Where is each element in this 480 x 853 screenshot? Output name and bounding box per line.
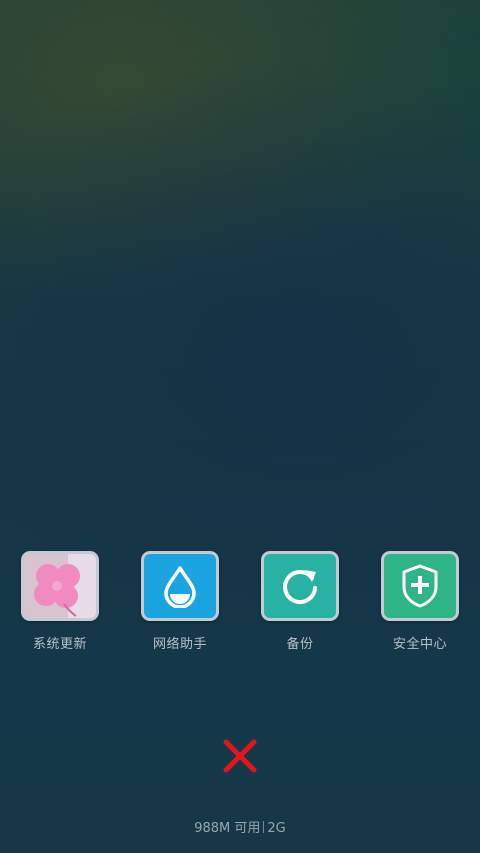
app-security-center[interactable]: 安全中心 xyxy=(360,551,480,661)
refresh-icon xyxy=(261,551,339,621)
app-label: 系统更新 xyxy=(32,637,87,652)
close-button[interactable] xyxy=(218,734,262,778)
app-network-assistant[interactable]: 网络助手 xyxy=(120,551,240,661)
app-label: 备份 xyxy=(286,637,314,652)
app-label: 安全中心 xyxy=(392,637,447,652)
app-label: 网络助手 xyxy=(152,637,207,652)
water-drop-icon xyxy=(141,551,219,621)
memory-status: 988M 可用 2G xyxy=(0,817,480,836)
app-row: 系统更新 网络助手 备份 安全中心 xyxy=(0,551,480,661)
shield-plus-icon xyxy=(381,551,459,621)
flower-update-icon xyxy=(21,551,99,621)
app-system-update[interactable]: 系统更新 xyxy=(0,551,120,661)
memory-total: 2G xyxy=(267,821,286,836)
memory-available: 988M 可用 xyxy=(194,821,261,836)
divider xyxy=(263,821,265,833)
close-icon xyxy=(223,739,257,773)
app-backup[interactable]: 备份 xyxy=(240,551,360,661)
